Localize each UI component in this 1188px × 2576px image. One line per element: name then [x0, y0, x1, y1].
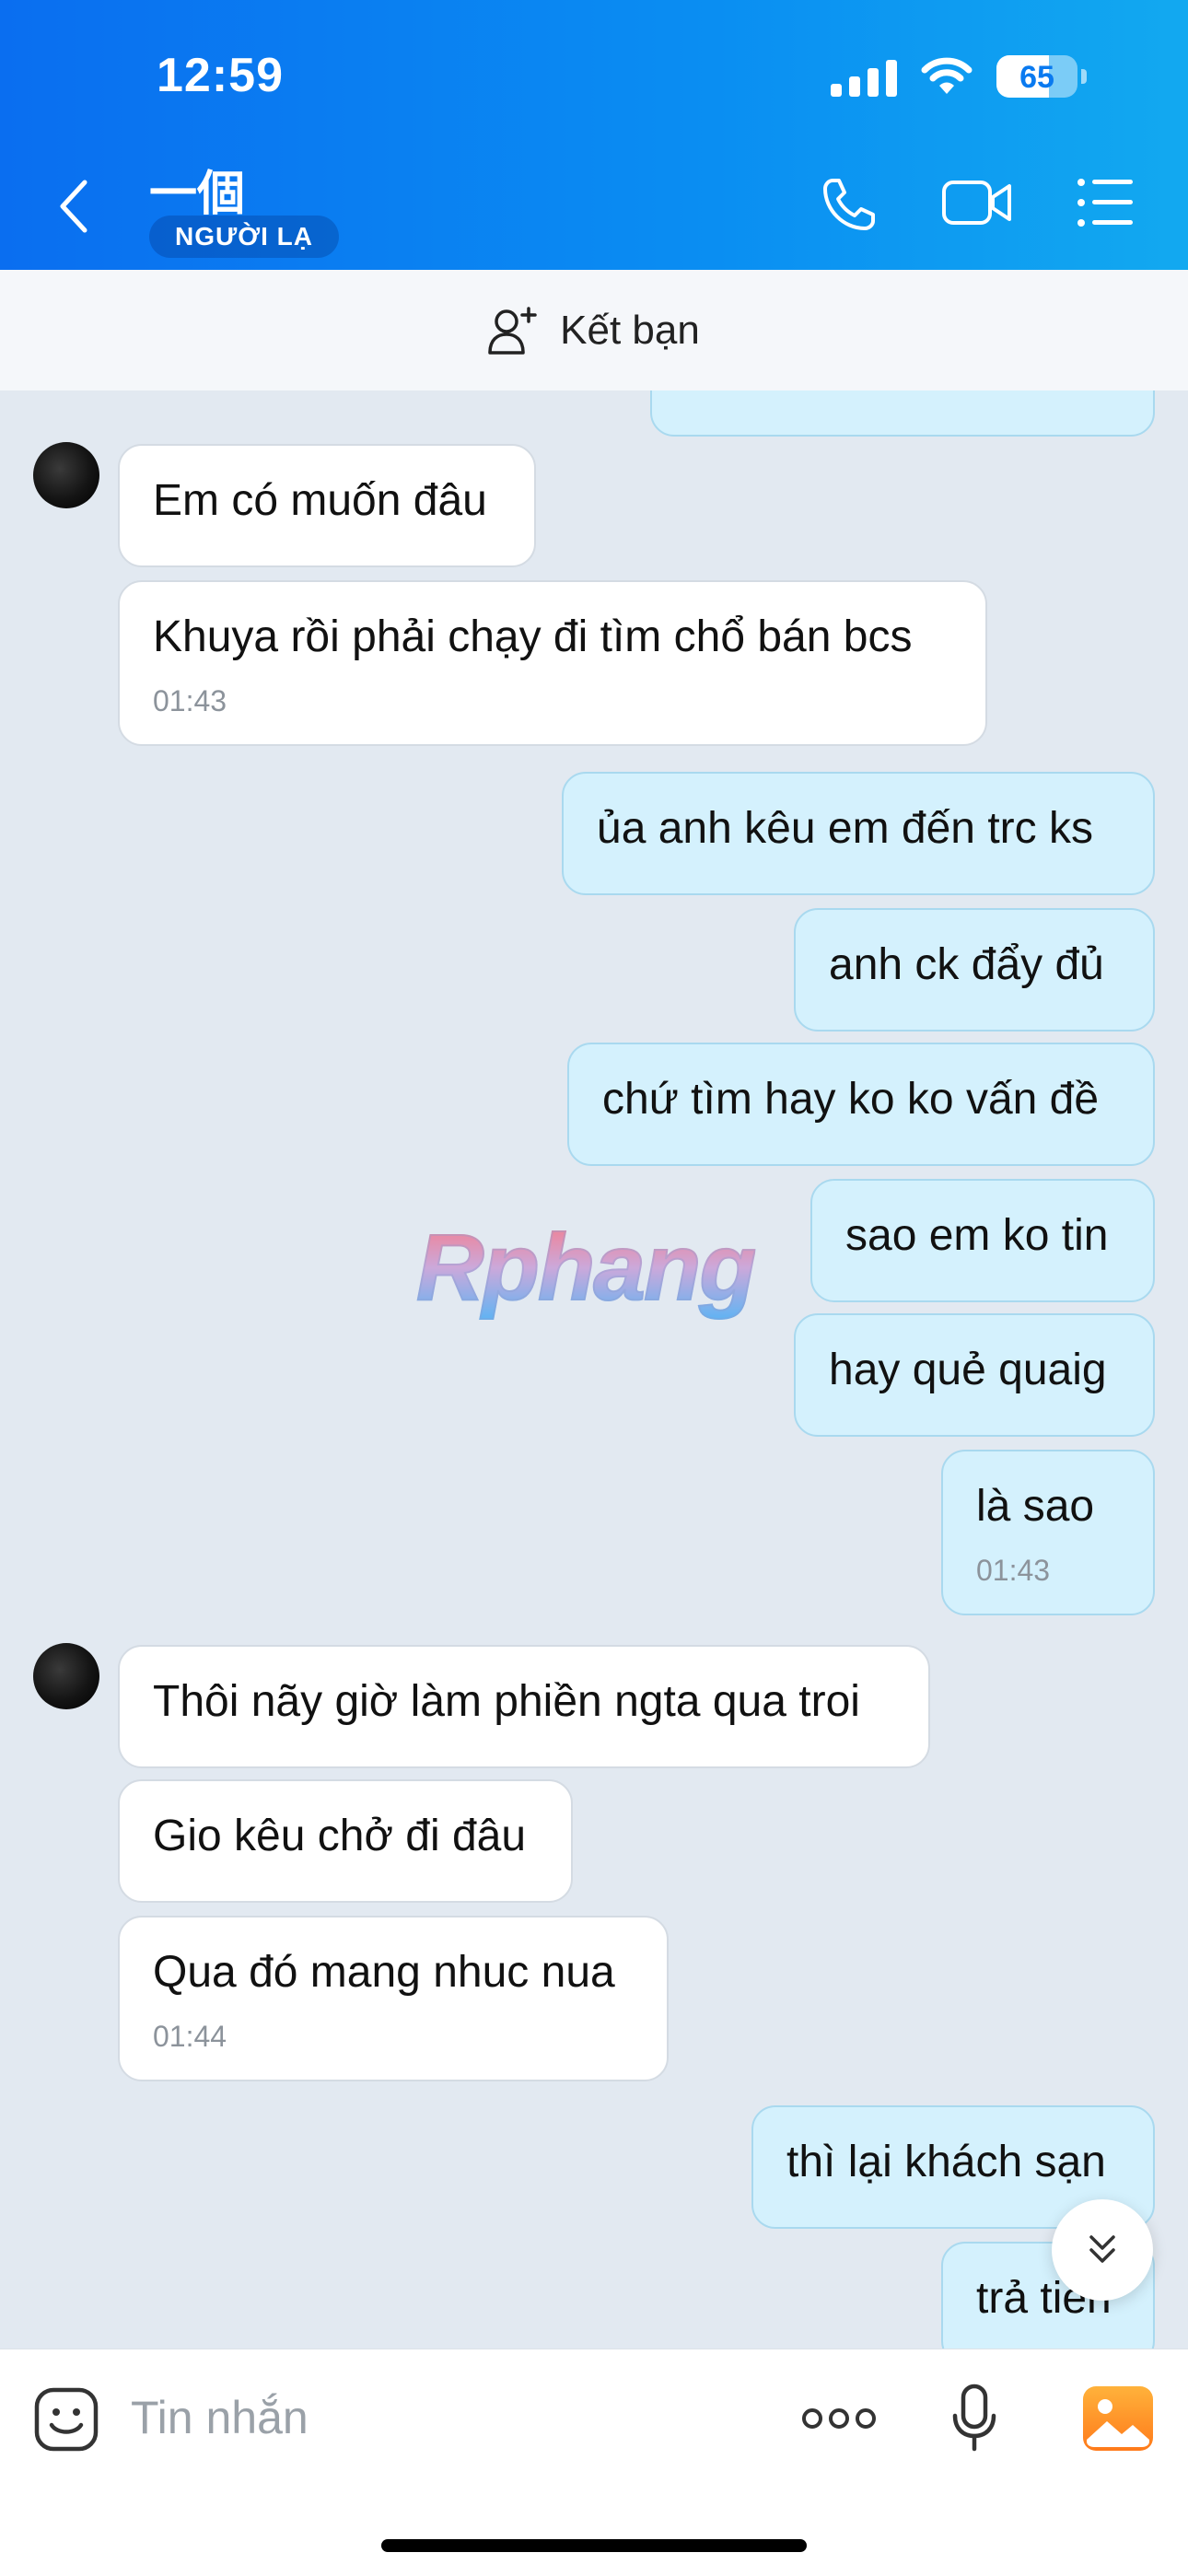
- message-text: Gio kêu chở đi đâu: [153, 1812, 527, 1860]
- battery-icon: 65: [996, 55, 1077, 98]
- video-call-icon[interactable]: [941, 175, 1013, 230]
- message-time: 01:44: [153, 2020, 227, 2053]
- message-bubble[interactable]: Gio kêu chở đi đâu: [118, 1779, 573, 1903]
- message-input[interactable]: Tin nhắn: [131, 2391, 309, 2444]
- add-friend-icon: [488, 306, 537, 355]
- double-chevron-down-icon: [1089, 2235, 1115, 2263]
- message-bubble[interactable]: Thôi nãy giờ làm phiền ngta qua troi: [118, 1645, 930, 1768]
- message-bubble[interactable]: Qua đó mang nhuc nua 01:44: [118, 1916, 669, 2081]
- battery-tip: [1081, 69, 1087, 84]
- message-text: Em có muốn đâu: [153, 476, 487, 525]
- message-text: anh ck đẩy đủ: [829, 940, 1104, 989]
- cellular-signal-icon: [831, 56, 897, 97]
- message-time: 01:43: [976, 1554, 1051, 1587]
- message-composer: Tin nhắn: [0, 2349, 1188, 2576]
- message-bubble[interactable]: ủa anh kêu em đến trc ks: [562, 772, 1155, 895]
- message-bubble-partial: [650, 390, 1155, 437]
- message-bubble[interactable]: hay quẻ quaig: [794, 1313, 1155, 1437]
- message-bubble[interactable]: anh ck đẩy đủ: [794, 908, 1155, 1032]
- message-bubble[interactable]: Khuya rồi phải chạy đi tìm chổ bán bcs 0…: [118, 580, 987, 746]
- contact-avatar[interactable]: [33, 442, 99, 508]
- message-text: Qua đó mang nhuc nua: [153, 1948, 615, 1997]
- message-text: hay quẻ quaig: [829, 1346, 1107, 1394]
- message-text: là sao: [976, 1482, 1095, 1531]
- add-friend-button[interactable]: Kết bạn: [0, 270, 1188, 390]
- contact-name[interactable]: 一個: [149, 155, 245, 224]
- scroll-to-bottom-button[interactable]: [1052, 2199, 1153, 2301]
- status-time: 12:59: [157, 49, 284, 102]
- contact-avatar[interactable]: [33, 1643, 99, 1709]
- more-options-icon[interactable]: [801, 2405, 877, 2432]
- message-bubble[interactable]: sao em ko tin: [810, 1179, 1155, 1302]
- message-text: ủa anh kêu em đến trc ks: [597, 804, 1093, 853]
- stranger-badge: NGƯỜI LẠ: [149, 216, 339, 258]
- wifi-icon: [921, 57, 973, 94]
- gallery-image-icon[interactable]: [1083, 2386, 1153, 2451]
- chat-header: 12:59 65 一個 NGƯỜI LẠ: [0, 0, 1188, 270]
- message-bubble[interactable]: là sao 01:43: [941, 1450, 1155, 1615]
- microphone-icon[interactable]: [950, 2383, 998, 2454]
- home-indicator: [381, 2539, 807, 2552]
- message-text: sao em ko tin: [845, 1211, 1109, 1260]
- menu-list-icon[interactable]: [1076, 175, 1135, 230]
- message-text: thì lại khách sạn: [786, 2138, 1106, 2186]
- message-text: Thôi nãy giờ làm phiền ngta qua troi: [153, 1677, 860, 1726]
- message-list[interactable]: Em có muốn đâu Khuya rồi phải chạy đi tì…: [0, 390, 1188, 2349]
- add-friend-label: Kết bạn: [560, 307, 700, 353]
- watermark-logo: Rphang: [415, 1214, 758, 1321]
- emoji-sticker-icon[interactable]: [33, 2386, 99, 2453]
- status-icons: 65: [831, 55, 1087, 98]
- phone-call-icon[interactable]: [820, 175, 879, 234]
- message-bubble[interactable]: chứ tìm hay ko ko vấn đề: [567, 1043, 1155, 1166]
- battery-percent: 65: [1019, 60, 1054, 95]
- message-text: chứ tìm hay ko ko vấn đề: [602, 1075, 1100, 1124]
- message-time: 01:43: [153, 684, 227, 717]
- message-text: Khuya rồi phải chạy đi tìm chổ bán bcs: [153, 612, 913, 661]
- message-bubble[interactable]: Em có muốn đâu: [118, 444, 536, 567]
- back-arrow-icon[interactable]: [55, 177, 92, 236]
